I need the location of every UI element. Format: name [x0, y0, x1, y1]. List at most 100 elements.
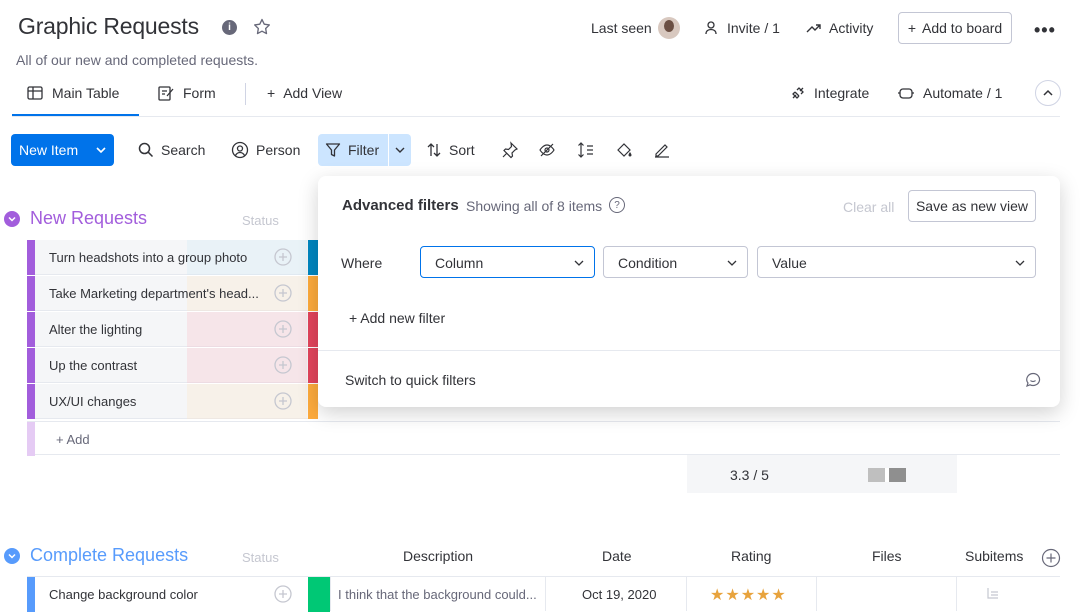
value-select-value: Value	[772, 255, 807, 271]
board-title[interactable]: Graphic Requests	[18, 13, 199, 40]
status-cell[interactable]	[308, 240, 318, 275]
subitems-icon[interactable]	[985, 586, 1001, 602]
file-thumbnails[interactable]	[868, 468, 906, 482]
status-cell[interactable]	[308, 384, 318, 419]
item-name[interactable]: Take Marketing department's head...	[49, 286, 259, 301]
status-cell[interactable]	[308, 348, 318, 383]
help-icon[interactable]: ?	[609, 197, 625, 213]
column-header-files[interactable]: Files	[872, 548, 902, 564]
activity-button[interactable]: Activity	[806, 12, 873, 44]
integrate-icon	[792, 87, 804, 99]
add-to-board-button[interactable]: + Add to board	[898, 12, 1012, 44]
sort-label: Sort	[449, 142, 475, 158]
info-icon[interactable]: i	[222, 20, 237, 35]
add-update-icon[interactable]	[273, 319, 293, 339]
person-icon	[231, 141, 249, 159]
add-update-icon[interactable]	[273, 584, 293, 604]
group-header-new-requests[interactable]: New Requests	[4, 208, 147, 229]
integrate-label: Integrate	[814, 85, 870, 101]
person-filter-button[interactable]: Person	[231, 134, 300, 166]
add-update-icon[interactable]	[273, 247, 293, 267]
chevron-down-icon[interactable]	[4, 547, 20, 564]
plus-icon: +	[267, 85, 276, 101]
column-divider	[545, 576, 546, 611]
sort-button[interactable]: Sort	[426, 134, 475, 166]
column-header-date[interactable]: Date	[602, 548, 632, 564]
rating-stars[interactable]: ★★★★★	[710, 585, 787, 605]
value-select[interactable]: Value	[757, 246, 1036, 278]
column-header-status[interactable]: Status	[242, 550, 279, 565]
table-row[interactable]: UX/UI changes	[27, 384, 308, 419]
status-cell[interactable]	[308, 312, 318, 347]
automate-button[interactable]: Automate / 1	[897, 80, 1002, 106]
board-description[interactable]: All of our new and completed requests.	[16, 52, 258, 68]
chevron-down-icon	[1015, 259, 1025, 267]
add-update-icon[interactable]	[273, 283, 293, 303]
add-item-row[interactable]: + Add	[27, 421, 1060, 456]
robot-icon	[898, 88, 914, 99]
group-header-complete-requests[interactable]: Complete Requests	[4, 545, 188, 566]
save-as-new-view-button[interactable]: Save as new view	[908, 190, 1036, 222]
group-summary: 3.3 / 5	[687, 455, 957, 493]
search-button[interactable]: Search	[138, 134, 205, 166]
status-cell[interactable]	[308, 577, 330, 612]
new-item-button[interactable]: New Item	[11, 134, 114, 166]
table-row[interactable]: Take Marketing department's head...	[27, 276, 308, 311]
column-header-status[interactable]: Status	[242, 213, 279, 228]
filter-button[interactable]: Filter	[318, 134, 411, 166]
item-name[interactable]: Turn headshots into a group photo	[49, 250, 247, 265]
clear-all-button[interactable]: Clear all	[843, 199, 894, 215]
group-color-bar	[27, 384, 35, 419]
invite-label: Invite / 1	[727, 20, 780, 36]
group-title[interactable]: Complete Requests	[30, 545, 188, 566]
add-update-icon[interactable]	[273, 355, 293, 375]
description-cell[interactable]: I think that the background could...	[338, 587, 537, 602]
row-height-icon[interactable]	[577, 141, 595, 159]
feedback-icon[interactable]	[1024, 371, 1042, 389]
table-row[interactable]: Alter the lighting	[27, 312, 308, 347]
table-row[interactable]: Turn headshots into a group photo	[27, 240, 308, 275]
integrate-button[interactable]: Integrate	[790, 80, 869, 106]
status-cell[interactable]	[308, 276, 318, 311]
hide-icon[interactable]	[538, 141, 556, 159]
invite-button[interactable]: Invite / 1	[704, 12, 780, 44]
chevron-up-icon	[1043, 89, 1053, 96]
item-name[interactable]: Alter the lighting	[49, 322, 142, 337]
tab-label: Main Table	[52, 85, 120, 101]
item-name[interactable]: Change background color	[49, 587, 198, 602]
add-column-icon[interactable]	[1041, 548, 1061, 568]
add-update-icon[interactable]	[273, 391, 293, 411]
table-row[interactable]: Change background color I think that the…	[27, 576, 1060, 612]
chevron-down-icon[interactable]	[95, 144, 107, 156]
more-icon[interactable]: •••	[1034, 20, 1056, 41]
table-row[interactable]: Up the contrast	[27, 348, 308, 383]
chevron-down-icon[interactable]	[4, 210, 20, 227]
tab-form[interactable]: Form	[157, 80, 216, 106]
item-name[interactable]: Up the contrast	[49, 358, 137, 373]
switch-to-quick-filters-button[interactable]: Switch to quick filters	[345, 372, 476, 388]
column-divider	[816, 576, 817, 611]
group-title[interactable]: New Requests	[30, 208, 147, 229]
tab-main-table[interactable]: Main Table	[26, 80, 119, 106]
column-select[interactable]: Column	[420, 246, 595, 278]
add-view-button[interactable]: + Add View	[267, 80, 342, 106]
plus-icon: +	[907, 20, 916, 36]
add-item-label[interactable]: + Add	[56, 432, 90, 447]
add-new-filter-button[interactable]: + Add new filter	[349, 310, 445, 326]
paint-bucket-icon[interactable]	[615, 141, 633, 159]
star-icon[interactable]	[252, 17, 272, 37]
column-header-description[interactable]: Description	[403, 548, 473, 564]
pencil-icon[interactable]	[653, 141, 671, 159]
filter-dropdown[interactable]	[388, 134, 411, 166]
last-seen-label: Last seen	[591, 20, 652, 36]
chevron-down-icon	[574, 259, 584, 267]
date-cell[interactable]: Oct 19, 2020	[582, 587, 656, 602]
item-name[interactable]: UX/UI changes	[49, 394, 136, 409]
column-header-subitems[interactable]: Subitems	[965, 548, 1023, 564]
rating-summary: 3.3 / 5	[730, 467, 769, 483]
pin-icon[interactable]	[501, 141, 519, 159]
column-header-rating[interactable]: Rating	[731, 548, 771, 564]
last-seen[interactable]: Last seen	[591, 12, 680, 44]
condition-select[interactable]: Condition	[603, 246, 748, 278]
collapse-header-button[interactable]	[1035, 80, 1061, 106]
